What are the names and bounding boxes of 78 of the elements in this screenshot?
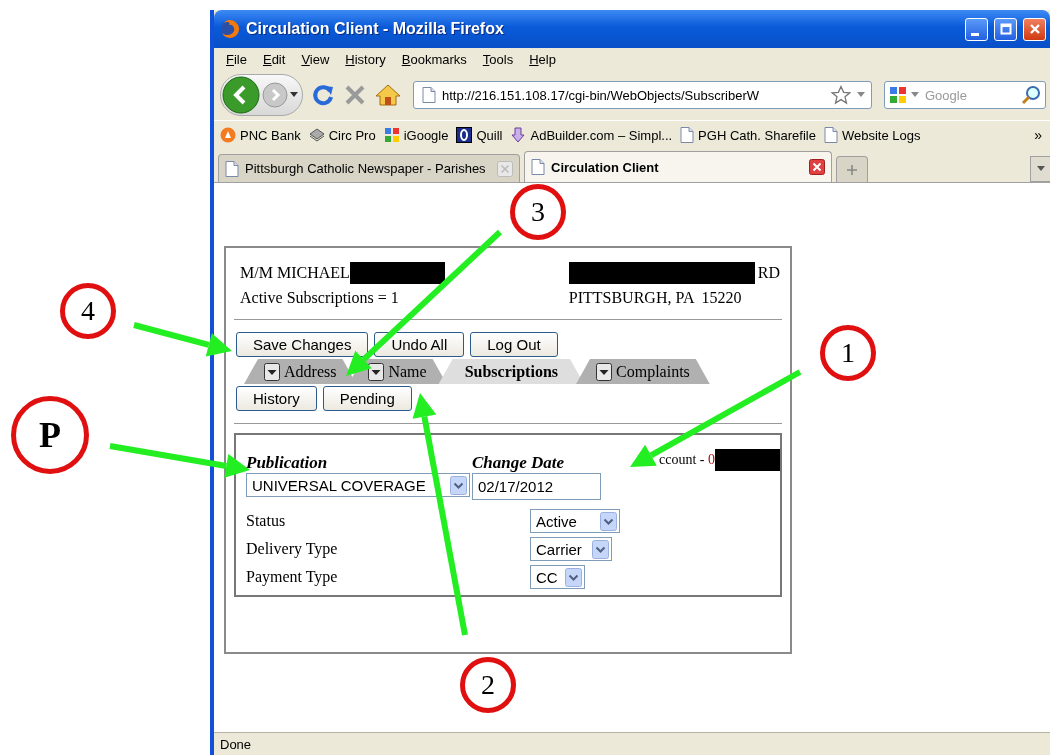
field-label: Status (246, 511, 287, 531)
dropdown-icon (596, 362, 612, 381)
reload-icon[interactable] (311, 83, 335, 107)
address-street: RD (757, 263, 780, 282)
more-bookmarks-button[interactable]: » (1032, 127, 1044, 143)
dropdown-icon (264, 362, 280, 381)
down-arrow-icon (510, 127, 527, 143)
view-button[interactable]: History (236, 386, 317, 411)
field-dropdown[interactable]: Active (530, 509, 620, 533)
firefox-logo-icon (220, 19, 240, 39)
menu-item[interactable]: View (293, 51, 338, 67)
status-text: Done (220, 736, 252, 752)
star-icon[interactable] (831, 85, 851, 105)
squares-icon (889, 86, 907, 104)
publication-dropdown[interactable]: UNIVERSAL COVERAGE (246, 473, 470, 497)
field-dropdown[interactable]: Carrier (530, 537, 612, 561)
search-field[interactable]: Google (884, 81, 1046, 109)
browser-tab[interactable]: Pittsburgh Catholic Newspaper - Parishes (218, 154, 520, 182)
menu-item[interactable]: History (337, 51, 394, 67)
close-icon (1028, 23, 1041, 35)
view-button[interactable]: Pending (322, 386, 412, 411)
logo-icon (456, 127, 473, 143)
dropdown-icon (368, 362, 385, 381)
section-tab[interactable]: Complaints (576, 359, 710, 384)
bookmark-item[interactable]: PGH Cath. Sharefile (680, 127, 816, 143)
plus-icon (846, 163, 858, 176)
callout-circle: P (11, 396, 89, 474)
tab-list-button[interactable] (1030, 156, 1050, 182)
squares-icon (383, 127, 400, 143)
field-label: Change Date (472, 453, 566, 473)
bookmark-item[interactable]: AdBuilder.com – Simpl... (510, 127, 673, 143)
menu-item[interactable]: Bookmarks (393, 51, 475, 67)
subscriber-name: M/M MICHAEL (240, 263, 350, 282)
page-icon (823, 127, 838, 143)
menu-item[interactable]: Edit (254, 51, 294, 67)
page-icon (680, 127, 695, 143)
stack-icon (308, 127, 325, 143)
maximize-button[interactable] (994, 17, 1017, 41)
caret-icon[interactable] (290, 92, 298, 98)
field-label: Delivery Type (246, 539, 339, 560)
bookmark-item[interactable]: Quill (456, 127, 503, 143)
account-label: ccount - (659, 452, 706, 468)
field-dropdown[interactable]: CC (530, 565, 585, 589)
menu-item[interactable]: Help (521, 51, 564, 67)
page-icon (225, 160, 239, 177)
window-title: Circulation Client - Mozilla Firefox (246, 20, 505, 38)
page-icon (422, 87, 436, 103)
circle-logo-icon (220, 127, 236, 143)
back-button[interactable] (222, 76, 260, 114)
page-icon (531, 159, 545, 175)
menu-item[interactable]: File (218, 51, 255, 67)
bookmark-item[interactable]: iGoogle (383, 127, 449, 143)
menu-item[interactable]: Tools (474, 51, 522, 67)
minimize-button[interactable] (965, 17, 988, 41)
caret-icon (1036, 166, 1045, 172)
address-city: PITTSBURGH, PA 15220 (568, 288, 742, 307)
field-label: Payment Type (246, 567, 339, 588)
subscription-count: Active Subscriptions = 1 (240, 288, 399, 307)
search-input[interactable]: Google (923, 86, 1017, 104)
action-button[interactable]: Undo All (374, 332, 465, 357)
search-icon[interactable] (1021, 85, 1041, 105)
minimize-icon (971, 32, 979, 36)
close-button[interactable] (1023, 17, 1046, 41)
address-field[interactable]: http://216.151.108.17/cgi-bin/WebObjects/SubscriberW (413, 81, 872, 109)
account-number: 0 (708, 452, 715, 468)
callout-circle: 4 (60, 283, 116, 339)
action-button[interactable]: Log Out (470, 332, 558, 357)
bookmark-item[interactable]: Website Logs (823, 127, 921, 143)
tab-close-icon[interactable] (809, 159, 825, 175)
action-button[interactable]: Save Changes (236, 332, 369, 357)
date-field[interactable]: 02/17/2012 (472, 473, 601, 500)
bookmark-item[interactable]: PNC Bank (220, 127, 301, 143)
bookmark-item[interactable]: Circ Pro (308, 127, 376, 143)
maximize-icon (999, 23, 1012, 35)
home-icon[interactable] (375, 83, 401, 107)
browser-tab[interactable]: Circulation Client (524, 151, 832, 182)
redaction-bar (715, 449, 780, 471)
field-label: Publication (246, 453, 329, 473)
